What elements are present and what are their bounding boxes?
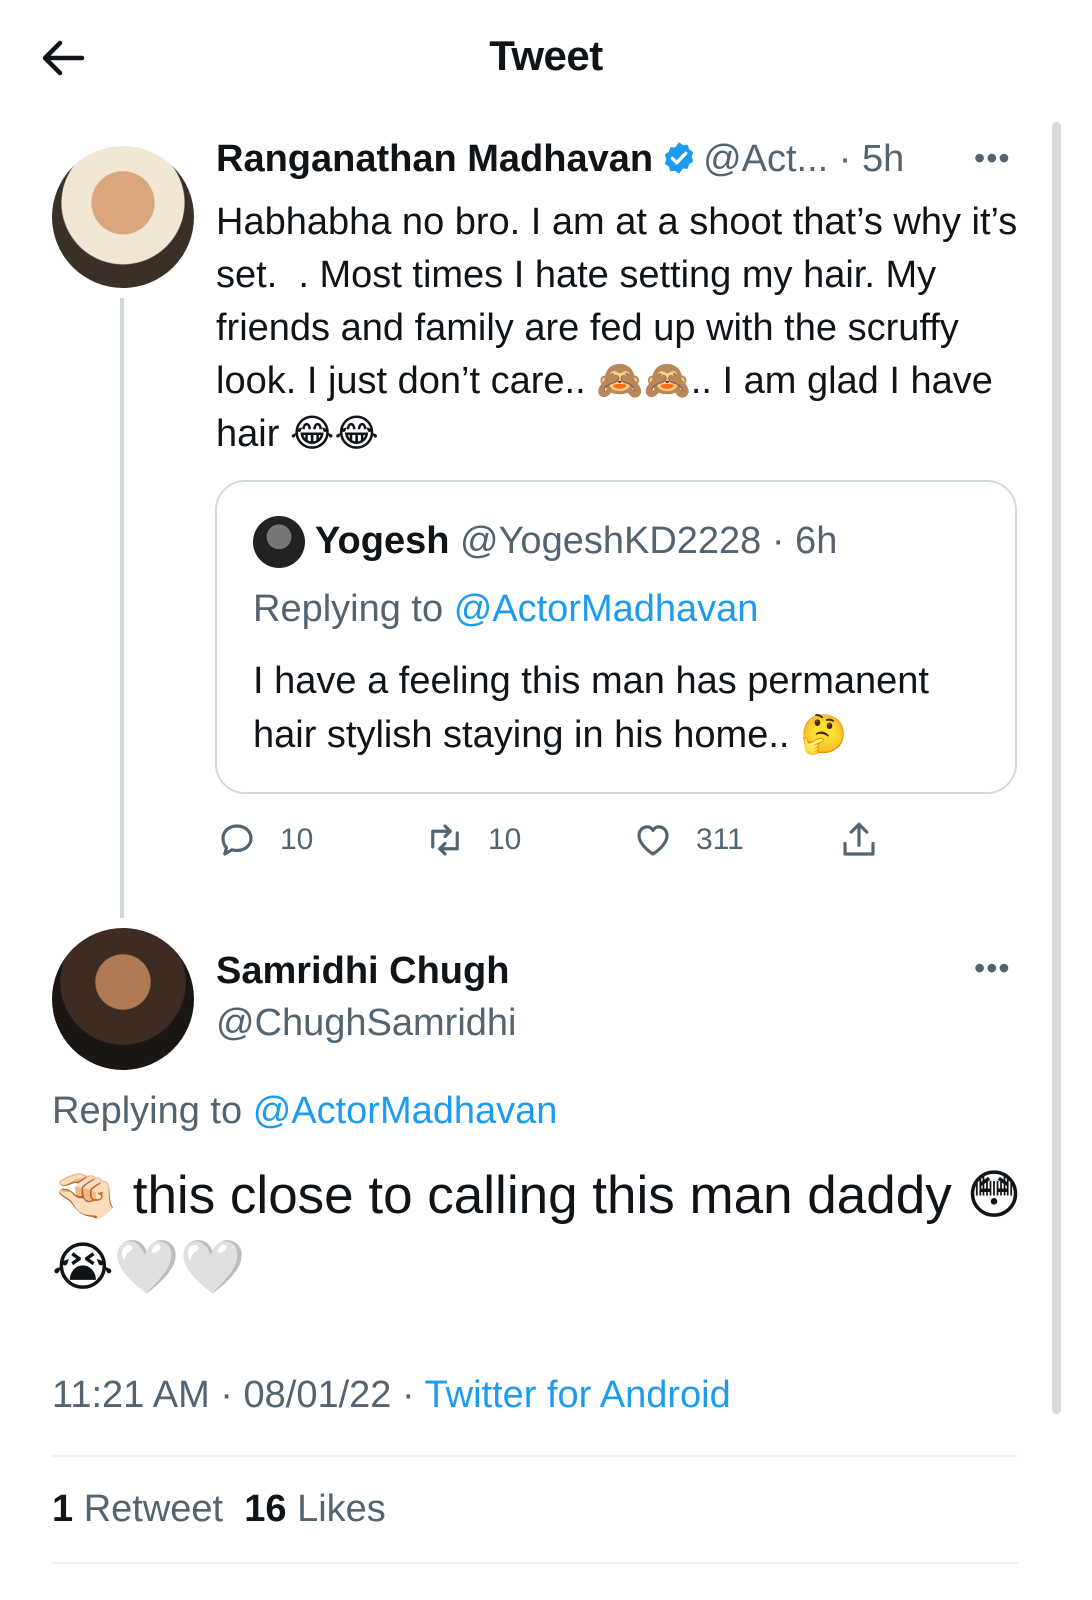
retweets-label[interactable]: Retweet [84, 1488, 223, 1530]
tweet-text: 🤏🏻 this close to calling this man daddy … [52, 1166, 1022, 1297]
heart-icon [637, 825, 669, 856]
replying-to-label: Replying to [52, 1090, 243, 1132]
avatar [253, 516, 305, 568]
retweet-count: 10 [488, 823, 522, 856]
retweets-count[interactable]: 1 [52, 1488, 73, 1530]
verified-badge-icon [664, 142, 694, 174]
tweet-stats: 1 Retweet 16 Likes [52, 1488, 386, 1531]
reply-button[interactable]: 10 [216, 816, 313, 864]
tweet-timestamp: 11:21 AM · 08/01/22 · Twitter for Androi… [52, 1374, 731, 1417]
author-handle: @ChughSamridhi [216, 1002, 517, 1044]
quoted-tweet-header: Yogesh @YogeshKD2228 · 6h [315, 520, 837, 563]
scrollbar[interactable] [1052, 122, 1061, 1414]
thread-line [120, 298, 124, 918]
more-options-icon[interactable]: ••• [974, 950, 1011, 987]
author-name[interactable]: Ranganathan Madhavan [216, 138, 653, 180]
replying-to-link[interactable]: @ActorMadhavan [253, 1090, 558, 1132]
likes-count[interactable]: 16 [244, 1488, 286, 1530]
replying-to-label: Replying to [253, 588, 444, 630]
author-name[interactable]: Samridhi Chugh [216, 950, 509, 993]
retweet-button[interactable]: 10 [424, 816, 521, 864]
tweet-text: Habhabha no bro. I am at a shoot that’s … [216, 201, 1028, 455]
quoted-author-name: Yogesh [315, 520, 450, 562]
time-date: 11:21 AM · 08/01/22 · [52, 1374, 425, 1416]
replying-to: Replying to @ActorMadhavan [52, 1090, 557, 1133]
avatar[interactable] [52, 928, 194, 1070]
author-meta: @Act... · 5h [703, 138, 905, 180]
retweet-icon [431, 824, 459, 856]
tweet-author-row: Ranganathan Madhavan @Act... · 5h [216, 138, 1036, 190]
reply-count: 10 [280, 823, 314, 856]
replying-to-link[interactable]: @ActorMadhavan [454, 588, 759, 630]
quoted-tweet[interactable]: Yogesh @YogeshKD2228 · 6h Replying to @A… [215, 480, 1017, 794]
likes-label[interactable]: Likes [297, 1488, 386, 1530]
replying-to: Replying to @ActorMadhavan [253, 588, 758, 631]
share-icon [843, 822, 875, 856]
more-options-icon[interactable]: ••• [974, 140, 1011, 177]
share-button[interactable] [838, 816, 902, 864]
quoted-author-meta: @YogeshKD2228 · 6h [460, 520, 838, 562]
quoted-tweet-text: I have a feeling this man has permanent … [253, 660, 929, 756]
avatar[interactable] [52, 146, 194, 288]
page-title: Tweet [489, 32, 603, 79]
like-button[interactable]: 311 [632, 816, 744, 864]
source-link[interactable]: Twitter for Android [425, 1374, 731, 1416]
reply-icon [221, 824, 253, 856]
like-count: 311 [696, 823, 744, 856]
divider [52, 1455, 1018, 1457]
divider [52, 1562, 1018, 1564]
